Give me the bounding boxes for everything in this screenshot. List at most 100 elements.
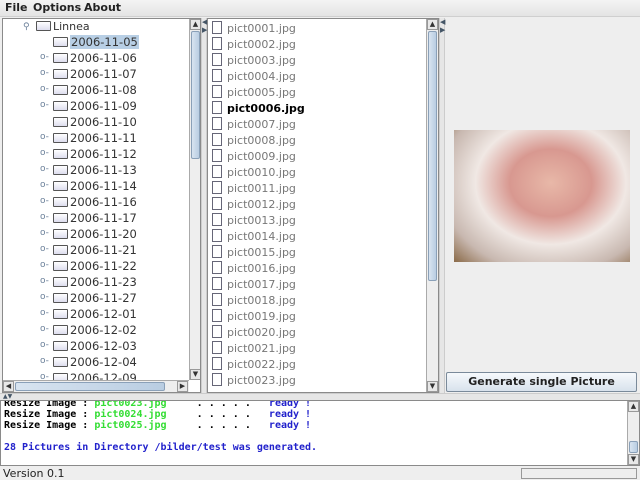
file-list-item[interactable]: pict0006.jpg [212,101,305,117]
file-list-item[interactable]: pict0021.jpg [212,341,296,357]
expand-handle-icon[interactable]: o- [40,164,49,174]
tree-node[interactable]: 2006-12-01 [53,306,137,322]
tree-node[interactable]: 2006-11-09 [53,98,137,114]
scroll-up-icon[interactable]: ▲ [190,19,200,30]
expand-handle-icon[interactable]: o- [40,148,49,158]
expand-handle-icon[interactable]: o- [40,100,49,110]
expand-handle-icon[interactable]: o- [40,308,49,318]
tree-node[interactable]: 2006-11-10 [53,114,137,130]
expand-handle-icon[interactable]: o- [40,180,49,190]
file-list-item[interactable]: pict0002.jpg [212,37,296,53]
tree-node[interactable]: 2006-11-05 [53,34,139,50]
tree-node[interactable]: 2006-11-14 [53,178,137,194]
tree-node[interactable]: 2006-11-17 [53,210,137,226]
generate-single-picture-button[interactable]: Generate single Picture [446,372,637,392]
expand-handle-icon[interactable]: o- [40,212,49,222]
tree-node[interactable]: 2006-12-02 [53,322,137,338]
tree-node[interactable]: 2006-11-23 [53,274,137,290]
expand-handle-icon[interactable]: o- [40,292,49,302]
file-list-item[interactable]: pict0014.jpg [212,229,296,245]
expand-handle-icon[interactable]: o- [40,356,49,366]
file-name: pict0007.jpg [227,118,296,131]
file-list-item[interactable]: pict0008.jpg [212,133,296,149]
expand-handle-icon[interactable]: o- [40,228,49,238]
file-list-item[interactable]: pict0016.jpg [212,261,296,277]
tree-node[interactable]: 2006-11-07 [53,66,137,82]
file-list-item[interactable]: pict0012.jpg [212,197,296,213]
expand-handle-icon[interactable]: o- [40,260,49,270]
expand-handle-icon[interactable]: o- [40,52,49,62]
scroll-thumb[interactable] [629,441,638,453]
expand-handle-icon[interactable]: o- [40,84,49,94]
log-file: pict0025.jpg [94,420,167,431]
expand-handle-icon[interactable]: o- [40,132,49,142]
file-list-item[interactable]: pict0023.jpg [212,373,296,389]
expand-handle-icon[interactable]: o- [40,196,49,206]
folder-icon [53,277,68,287]
scroll-thumb[interactable] [15,382,165,391]
tree-node-label: 2006-11-10 [70,115,137,129]
file-list-item[interactable]: pict0004.jpg [212,69,296,85]
menu-file[interactable]: File [5,1,28,14]
file-list-item[interactable]: pict0017.jpg [212,277,296,293]
expand-handle-icon[interactable]: o- [40,340,49,350]
expand-handle-icon[interactable]: o- [40,276,49,286]
file-list-scrollbar[interactable]: ▲ ▼ [426,19,438,392]
tree-node[interactable]: 2006-12-04 [53,354,137,370]
file-list-item[interactable]: pict0007.jpg [212,117,296,133]
file-icon [212,149,222,162]
file-list-item[interactable]: pict0022.jpg [212,357,296,373]
menu-about[interactable]: About [84,1,121,14]
scroll-down-icon[interactable]: ▼ [628,454,639,465]
scroll-right-icon[interactable]: ▶ [177,381,188,392]
scroll-up-icon[interactable]: ▲ [427,19,438,30]
scroll-left-icon[interactable]: ◀ [3,381,14,392]
file-list-item[interactable]: pict0001.jpg [212,21,296,37]
file-list-item[interactable]: pict0009.jpg [212,149,296,165]
tree-node[interactable]: 2006-11-08 [53,82,137,98]
file-list-item[interactable]: pict0015.jpg [212,245,296,261]
tree-node[interactable]: 2006-11-12 [53,146,137,162]
log-scrollbar[interactable]: ▲ ▼ [627,401,639,465]
tree-node-label: 2006-11-13 [70,163,137,177]
collapse-handle-icon[interactable]: ⚲ [23,22,30,32]
scroll-thumb[interactable] [191,31,200,159]
file-name: pict0008.jpg [227,134,296,147]
tree-node[interactable]: 2006-11-27 [53,290,137,306]
tree-horizontal-scrollbar[interactable]: ◀ ▶ [3,380,189,392]
expand-handle-icon[interactable]: o- [40,244,49,254]
scroll-down-icon[interactable]: ▼ [190,369,200,380]
file-list-item[interactable]: pict0011.jpg [212,181,296,197]
tree-node[interactable]: 2006-11-21 [53,242,137,258]
tree-vertical-scrollbar[interactable]: ▲ ▼ [189,19,200,380]
file-list-item[interactable]: pict0010.jpg [212,165,296,181]
tree-node[interactable]: 2006-12-03 [53,338,137,354]
tree-node[interactable]: 2006-11-11 [53,130,137,146]
tree-node[interactable]: 2006-11-20 [53,226,137,242]
log-area[interactable]: Resize Image : pict0023.jpg . . . . . re… [0,400,640,466]
menu-options[interactable]: Options [33,1,81,14]
file-icon [212,277,222,290]
scroll-thumb[interactable] [428,31,437,281]
tree-node-root[interactable]: Linnea [36,19,90,35]
tree-node[interactable]: 2006-11-22 [53,258,137,274]
log-dots: . . . . . [166,400,269,409]
file-list-item[interactable]: pict0018.jpg [212,293,296,309]
log-prefix: Resize Image : [4,400,95,409]
horizontal-split-divider[interactable]: ▲▼ [0,393,640,400]
folder-icon [53,357,68,367]
tree-node[interactable]: 2006-11-16 [53,194,137,210]
file-name: pict0006.jpg [227,102,305,115]
expand-handle-icon[interactable]: o- [40,324,49,334]
file-list-item[interactable]: pict0013.jpg [212,213,296,229]
file-list-item[interactable]: pict0019.jpg [212,309,296,325]
split-divider[interactable]: ◀ ▶ [439,18,445,393]
tree-node[interactable]: 2006-11-06 [53,50,137,66]
scroll-down-icon[interactable]: ▼ [427,381,438,392]
file-list-item[interactable]: pict0003.jpg [212,53,296,69]
scroll-up-icon[interactable]: ▲ [628,401,639,412]
expand-handle-icon[interactable]: o- [40,68,49,78]
file-list-item[interactable]: pict0020.jpg [212,325,296,341]
file-list-item[interactable]: pict0005.jpg [212,85,296,101]
tree-node[interactable]: 2006-11-13 [53,162,137,178]
